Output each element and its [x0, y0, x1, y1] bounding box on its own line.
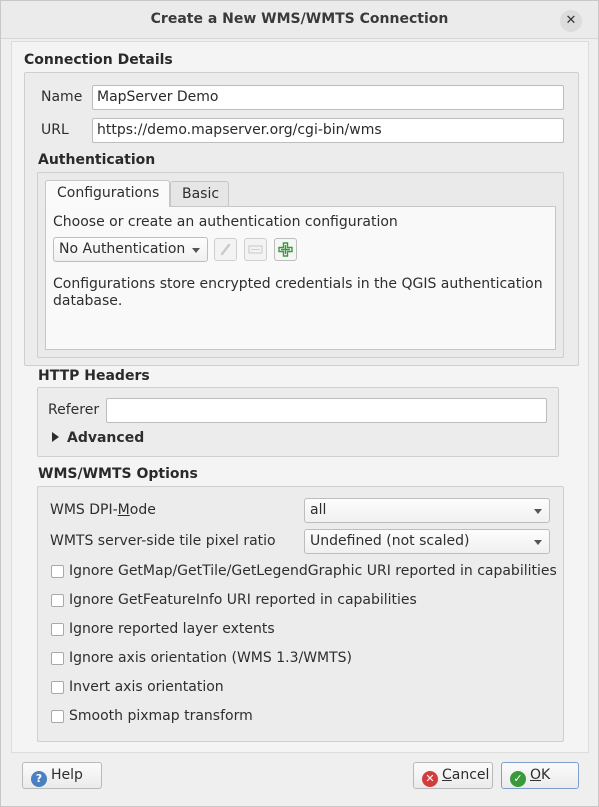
auth-config-select[interactable]: No Authentication — [53, 237, 208, 262]
authentication-heading: Authentication — [38, 152, 156, 168]
chevron-down-icon — [192, 248, 200, 253]
dpi-mode-label-mnemonic: M — [117, 502, 130, 518]
ignore-axis-orientation-checkbox[interactable] — [51, 652, 64, 665]
add-config-button[interactable] — [274, 238, 297, 261]
ignore-layer-extents-checkbox[interactable] — [51, 623, 64, 636]
dpi-mode-value: all — [310, 502, 327, 518]
clear-config-button[interactable] — [244, 238, 267, 261]
http-headers-heading: HTTP Headers — [38, 368, 150, 384]
ignore-axis-orientation-label[interactable]: Ignore axis orientation (WMS 1.3/WMTS) — [69, 650, 352, 666]
dialog-title: Create a New WMS/WMTS Connection — [150, 11, 449, 27]
auth-prompt: Choose or create an authentication confi… — [53, 214, 398, 230]
auth-config-value: No Authentication — [59, 241, 186, 257]
close-button[interactable]: ✕ — [560, 10, 582, 32]
help-icon: ? — [31, 771, 47, 787]
ok-button-label: K — [541, 767, 551, 783]
referer-label: Referer — [48, 402, 100, 418]
ignore-getmap-uri-checkbox[interactable] — [51, 565, 64, 578]
cancel-button-label: ancel — [451, 767, 490, 783]
cancel-icon: ✕ — [422, 771, 438, 787]
ignore-getfeatureinfo-uri-checkbox[interactable] — [51, 594, 64, 607]
advanced-toggle[interactable]: Advanced — [51, 430, 144, 446]
advanced-label: Advanced — [67, 430, 145, 446]
ok-button[interactable]: ✓ OK — [501, 762, 579, 789]
connection-details-heading: Connection Details — [24, 52, 173, 68]
chevron-down-icon — [534, 540, 542, 545]
chevron-down-icon — [534, 509, 542, 514]
ignore-getfeatureinfo-uri-label[interactable]: Ignore GetFeatureInfo URI reported in ca… — [69, 592, 417, 608]
url-label: URL — [41, 122, 69, 138]
edit-config-button[interactable] — [214, 238, 237, 261]
wms-options-heading: WMS/WMTS Options — [38, 466, 198, 482]
title-bar[interactable]: Create a New WMS/WMTS Connection ✕ — [1, 1, 598, 39]
tile-ratio-value: Undefined (not scaled) — [310, 533, 470, 549]
dialog-window: Create a New WMS/WMTS Connection ✕ Conne… — [0, 0, 599, 807]
ok-mnemonic: O — [530, 767, 542, 783]
ignore-layer-extents-label[interactable]: Ignore reported layer extents — [69, 621, 275, 637]
smooth-pixmap-checkbox[interactable] — [51, 710, 64, 723]
invert-axis-orientation-checkbox[interactable] — [51, 681, 64, 694]
help-button[interactable]: ? Help — [22, 762, 102, 789]
close-icon: ✕ — [565, 13, 577, 28]
tab-basic[interactable]: Basic — [170, 181, 229, 207]
tile-ratio-label: WMTS server-side tile pixel ratio — [50, 533, 276, 549]
invert-axis-orientation-label[interactable]: Invert axis orientation — [69, 679, 224, 695]
url-input[interactable]: https://demo.mapserver.org/cgi-bin/wms — [92, 118, 564, 143]
dpi-mode-select[interactable]: all — [304, 498, 550, 523]
wms-options-group — [37, 486, 564, 742]
name-label: Name — [41, 89, 83, 105]
add-icon — [278, 242, 293, 257]
triangle-right-icon — [52, 432, 59, 442]
cancel-mnemonic: C — [442, 767, 452, 783]
help-button-label: Help — [51, 767, 83, 783]
smooth-pixmap-label[interactable]: Smooth pixmap transform — [69, 708, 253, 724]
tab-basic-label: Basic — [182, 186, 220, 202]
dpi-mode-label-post: ode — [129, 502, 156, 518]
edit-icon — [220, 243, 231, 256]
tile-ratio-select[interactable]: Undefined (not scaled) — [304, 529, 550, 554]
referer-input[interactable] — [106, 398, 547, 423]
ignore-getmap-uri-label[interactable]: Ignore GetMap/GetTile/GetLegendGraphic U… — [69, 563, 557, 579]
cancel-button[interactable]: ✕ Cancel — [413, 762, 493, 789]
clear-icon — [248, 245, 263, 254]
checkmark-icon: ✓ — [510, 771, 526, 787]
tab-configurations[interactable]: Configurations — [45, 180, 170, 207]
auth-description: Configurations store encrypted credentia… — [53, 276, 543, 309]
dpi-mode-label-pre: WMS DPI- — [50, 502, 118, 518]
dpi-mode-label: WMS DPI-Mode — [50, 502, 156, 518]
tab-configurations-label: Configurations — [57, 185, 160, 201]
name-input[interactable]: MapServer Demo — [92, 85, 564, 110]
